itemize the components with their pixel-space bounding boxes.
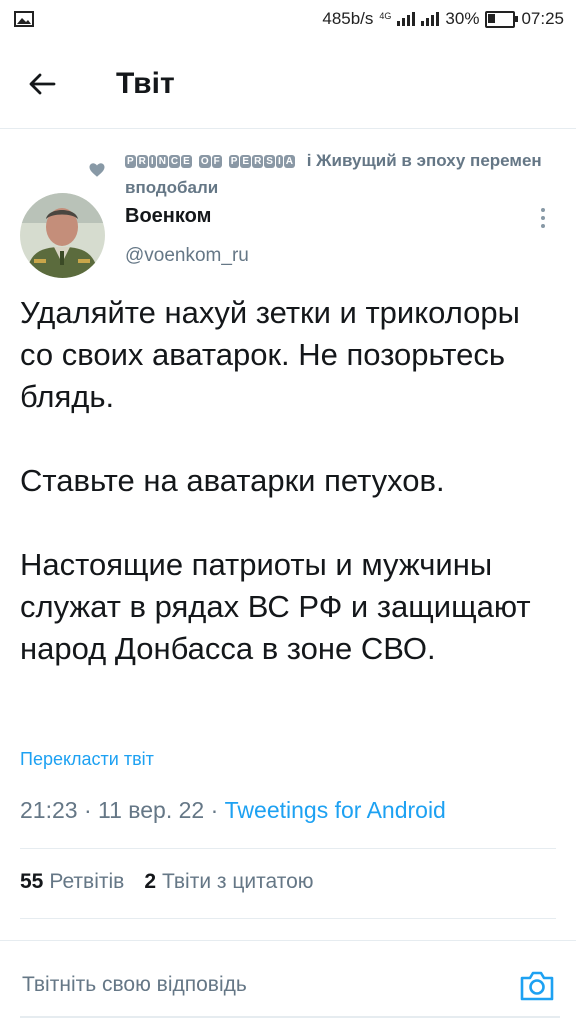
badge-letter: E	[240, 155, 252, 168]
more-dot-icon	[541, 208, 545, 212]
more-dot-icon	[541, 216, 545, 220]
divider	[20, 918, 556, 919]
badge-letter: F	[211, 155, 222, 168]
retweets-stat[interactable]: 55 Ретвітів	[20, 870, 124, 894]
avatar-image	[20, 193, 105, 278]
more-options-button[interactable]	[533, 203, 553, 233]
quotes-stat[interactable]: 2 Твіти з цитатою	[144, 870, 313, 894]
author-name[interactable]: Военком	[125, 205, 211, 228]
badge-word: PERSIA	[228, 151, 296, 170]
retweets-label: Ретвітів	[49, 870, 125, 893]
reply-underline	[20, 1016, 560, 1018]
badge-letter: P	[228, 155, 240, 168]
badge-letter: I	[275, 155, 283, 168]
app-header: Твіт	[0, 40, 576, 129]
author-handle[interactable]: @voenkom_ru	[125, 245, 249, 267]
divider	[20, 848, 556, 849]
image-notification-icon	[14, 11, 34, 27]
tweet-paragraph: Ставьте на аватарки петухов.	[20, 463, 445, 498]
quotes-label: Твіти з цитатою	[162, 870, 314, 893]
badge-word: OF	[198, 151, 223, 170]
retweets-count: 55	[20, 870, 44, 893]
network-type: 4G	[379, 11, 392, 21]
quotes-count: 2	[144, 870, 156, 893]
badge-letter: R	[136, 155, 148, 168]
badge-letter: O	[198, 155, 211, 168]
badge-letter: P	[125, 155, 136, 168]
tweet-date: 11 вер. 22	[98, 797, 205, 823]
status-bar: 485b/s 4G 30% 07:25	[0, 0, 576, 40]
reply-input[interactable]	[22, 973, 482, 997]
network-speed: 485b/s	[322, 9, 374, 28]
reply-bar	[0, 940, 576, 1025]
badge-letter: E	[181, 155, 192, 168]
badge-group: PRINCEOFPERSIA	[125, 151, 302, 170]
badge-letter: R	[252, 155, 264, 168]
badge-letter: I	[148, 155, 156, 168]
badge-letter: C	[168, 155, 181, 168]
meta-separator: ·	[83, 797, 92, 823]
arrow-left-icon	[29, 73, 56, 95]
badge-letter: A	[283, 155, 295, 168]
meta-separator: ·	[210, 797, 219, 823]
battery-icon	[485, 10, 519, 28]
page-title: Твіт	[116, 67, 175, 100]
tweet-stats: 55 Ретвітів 2 Твіти з цитатою	[20, 870, 314, 894]
camera-button[interactable]	[518, 967, 556, 1005]
tweet-paragraph: Настоящие патриоты и мужчины служат в ря…	[20, 547, 531, 666]
badge-word: PRINCE	[125, 151, 193, 170]
avatar[interactable]	[20, 193, 105, 278]
heart-icon	[89, 163, 105, 177]
badge-letter: N	[156, 155, 168, 168]
battery-percent: 30%	[445, 9, 480, 28]
tweet-text: Удаляйте нахуй зетки и триколоры со свои…	[20, 292, 560, 670]
clock: 07:25	[521, 9, 564, 28]
status-indicators: 485b/s 4G 30% 07:25	[322, 9, 564, 29]
signal-2-icon	[421, 12, 440, 26]
signal-icon	[397, 12, 416, 26]
tweet-meta: 21:23 · 11 вер. 22 · Tweetings for Andro…	[20, 797, 446, 824]
tweet-source-link[interactable]: Tweetings for Android	[225, 797, 446, 823]
back-button[interactable]	[22, 64, 62, 104]
more-dot-icon	[541, 224, 545, 228]
translate-tweet-link[interactable]: Перекласти твіт	[20, 749, 154, 770]
tweet-time: 21:23	[20, 797, 78, 823]
badge-letter: S	[264, 155, 275, 168]
tweet-paragraph: Удаляйте нахуй зетки и триколоры со свои…	[20, 295, 520, 414]
social-context[interactable]: PRINCEOFPERSIA і Живущий в эпоху перемен…	[125, 147, 565, 201]
camera-icon	[520, 971, 554, 1001]
